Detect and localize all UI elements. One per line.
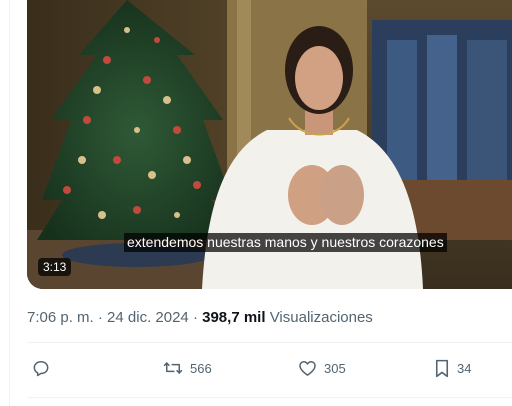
meta-separator: ·: [93, 309, 108, 326]
bookmark-icon: [435, 359, 449, 377]
divider: [27, 397, 512, 398]
post-time[interactable]: 7:06 p. m.: [27, 309, 94, 326]
video-duration-badge: 3:13: [38, 258, 72, 276]
action-bar: 566 305 34: [27, 355, 512, 381]
repost-button[interactable]: 566: [162, 355, 212, 381]
divider: [27, 342, 512, 343]
timeline-border: [9, 0, 10, 406]
bookmark-count: 34: [457, 360, 472, 376]
video-caption: extendemos nuestras manos y nuestros cor…: [124, 233, 447, 252]
bookmark-button[interactable]: 34: [433, 355, 471, 381]
video-player[interactable]: extendemos nuestras manos y nuestros cor…: [27, 0, 512, 289]
repost-count: 566: [190, 360, 212, 376]
reply-button[interactable]: [31, 355, 57, 381]
like-count: 305: [324, 360, 346, 376]
reply-icon: [33, 361, 49, 377]
like-button[interactable]: 305: [297, 355, 346, 381]
meta-separator: ·: [188, 309, 203, 326]
post-meta: 7:06 p. m. · 24 dic. 2024 · 398,7 mil Vi…: [27, 308, 373, 328]
post-date[interactable]: 24 dic. 2024: [107, 309, 189, 326]
views-count: 398,7 mil: [202, 309, 266, 326]
views-label: Visualizaciones: [269, 309, 373, 326]
repost-icon: [163, 362, 183, 374]
heart-icon: [299, 361, 316, 376]
